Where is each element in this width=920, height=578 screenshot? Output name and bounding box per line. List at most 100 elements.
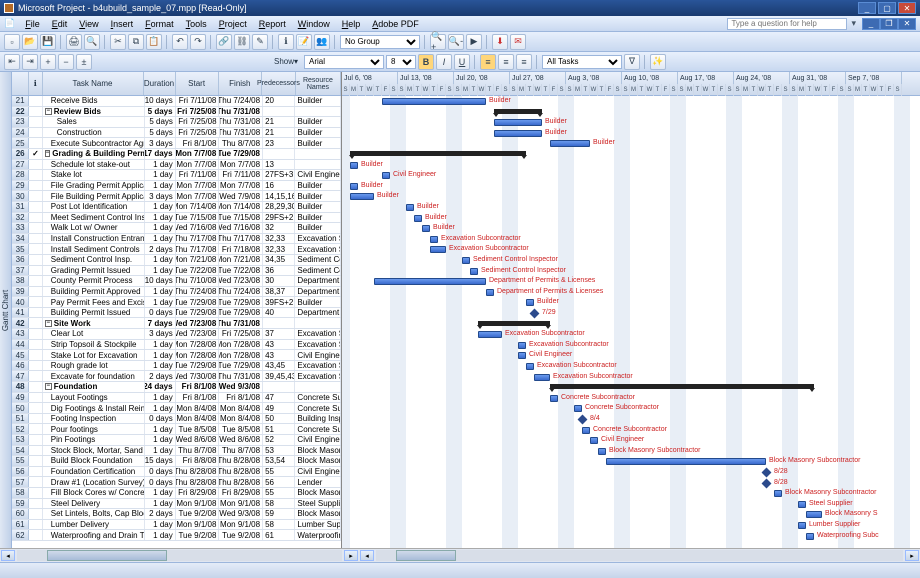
row-number[interactable]: 40 <box>12 297 29 307</box>
predecessors-cell[interactable]: 28,29,30 <box>263 202 295 212</box>
doc-close-button[interactable]: ✕ <box>898 18 916 30</box>
duration-cell[interactable]: 1 day <box>145 223 175 233</box>
predecessors-cell[interactable]: 20 <box>263 96 295 106</box>
header-duration[interactable]: Duration <box>144 72 176 95</box>
row-number[interactable]: 52 <box>12 424 29 434</box>
start-cell[interactable]: Thu 7/24/08 <box>176 287 220 297</box>
table-row[interactable]: 42−Site Work7 daysWed 7/23/08Thu 7/31/08 <box>12 318 341 329</box>
table-row[interactable]: 28Stake lot1 dayFri 7/11/08Fri 7/11/0827… <box>12 170 341 181</box>
week-header[interactable]: Jul 20, '08 <box>454 72 510 84</box>
task-name-cell[interactable]: Install Construction Entrance <box>43 234 146 244</box>
start-cell[interactable]: Mon 7/28/08 <box>176 350 220 360</box>
start-cell[interactable]: Thu 7/17/08 <box>176 234 220 244</box>
task-name-cell[interactable]: Clear Lot <box>43 329 146 339</box>
header-resources[interactable]: Resource Names <box>296 72 341 95</box>
predecessors-cell[interactable]: 43 <box>263 350 295 360</box>
task-bar[interactable] <box>350 183 358 190</box>
scroll-left-button[interactable]: ◂ <box>1 550 15 561</box>
duration-cell[interactable]: 1 day <box>145 213 175 223</box>
predecessors-cell[interactable]: 56 <box>263 477 295 487</box>
task-name-cell[interactable]: Footing Inspection <box>43 414 146 424</box>
row-number[interactable]: 26 <box>12 149 29 159</box>
wizard-button[interactable]: ✨ <box>650 54 666 70</box>
week-header[interactable]: Aug 17, '08 <box>678 72 734 84</box>
table-row[interactable]: 41Building Permit Issued0 daysTue 7/29/0… <box>12 308 341 319</box>
predecessors-cell[interactable] <box>263 318 295 328</box>
start-cell[interactable]: Mon 9/1/08 <box>176 499 220 509</box>
finish-cell[interactable]: Thu 7/31/08 <box>220 128 264 138</box>
task-bar[interactable] <box>382 98 486 105</box>
finish-cell[interactable]: Wed 7/23/08 <box>219 276 263 286</box>
task-name-cell[interactable]: Stock Block, Mortar, Sand <box>43 446 146 456</box>
task-bar[interactable] <box>582 427 590 434</box>
task-name-cell[interactable]: Pay Permit Fees and Excise Taxe <box>43 297 146 307</box>
summary-bar[interactable] <box>478 321 550 326</box>
finish-cell[interactable]: Tue 8/5/08 <box>219 424 263 434</box>
gantt-body[interactable]: BuilderBuilderBuilderBuilderBuilderCivil… <box>342 96 920 548</box>
start-cell[interactable]: Mon 7/7/08 <box>176 160 220 170</box>
start-cell[interactable]: Wed 7/23/08 <box>176 329 220 339</box>
predecessors-cell[interactable]: 61 <box>263 530 295 540</box>
row-number[interactable]: 50 <box>12 403 29 413</box>
row-number[interactable]: 47 <box>12 371 29 381</box>
menu-adobe-pdf[interactable]: Adobe PDF <box>366 19 425 29</box>
finish-cell[interactable]: Wed 9/3/08 <box>219 382 263 392</box>
predecessors-cell[interactable]: 21 <box>263 117 295 127</box>
start-cell[interactable]: Tue 7/29/08 <box>176 361 220 371</box>
table-row[interactable]: 53Pin Footings1 dayWed 8/6/08Wed 8/6/085… <box>12 435 341 446</box>
predecessors-cell[interactable]: 39,45,43,46 <box>263 371 295 381</box>
predecessors-cell[interactable]: 51 <box>263 424 295 434</box>
summary-bar[interactable] <box>550 384 814 389</box>
duration-cell[interactable]: 1 day <box>145 340 175 350</box>
task-bar[interactable] <box>526 363 534 370</box>
finish-cell[interactable]: Thu 8/7/08 <box>219 446 263 456</box>
duration-cell[interactable]: 0 days <box>145 467 175 477</box>
task-bar[interactable] <box>470 268 478 275</box>
row-number[interactable]: 53 <box>12 435 29 445</box>
show-subtasks-button[interactable]: + <box>40 54 56 70</box>
finish-cell[interactable]: Mon 8/4/08 <box>219 414 263 424</box>
duration-cell[interactable]: 0 days <box>145 414 175 424</box>
start-cell[interactable]: Wed 7/16/08 <box>176 223 220 233</box>
start-cell[interactable]: Tue 7/29/08 <box>176 308 220 318</box>
table-row[interactable]: 48−Foundation24 daysFri 8/1/08Wed 9/3/08 <box>12 382 341 393</box>
start-cell[interactable]: Mon 7/7/08 <box>176 191 220 201</box>
resource-cell[interactable]: Excavation S <box>295 244 341 254</box>
resource-cell[interactable]: Waterproofin <box>295 530 341 540</box>
filter-select[interactable]: All Tasks <box>542 55 622 69</box>
start-cell[interactable]: Fri 7/25/08 <box>176 128 220 138</box>
print-button[interactable]: 🖨 <box>66 34 82 50</box>
finish-cell[interactable]: Mon 7/28/08 <box>219 350 263 360</box>
table-row[interactable]: 34Install Construction Entrance1 dayThu … <box>12 234 341 245</box>
start-cell[interactable]: Tue 9/2/08 <box>176 509 220 519</box>
resource-cell[interactable]: Concrete Su <box>295 403 341 413</box>
start-cell[interactable]: Thu 8/7/08 <box>176 446 220 456</box>
finish-cell[interactable]: Mon 8/4/08 <box>219 403 263 413</box>
resource-cell[interactable]: Block Mason <box>295 446 341 456</box>
table-row[interactable]: 21Receive Bids10 daysFri 7/11/08Thu 7/24… <box>12 96 341 107</box>
duration-cell[interactable]: 1 day <box>145 499 175 509</box>
table-row[interactable]: 33Walk Lot w/ Owner1 dayWed 7/16/08Wed 7… <box>12 223 341 234</box>
task-name-cell[interactable]: Build Block Foundation <box>43 456 146 466</box>
task-bar[interactable] <box>422 225 430 232</box>
predecessors-cell[interactable]: 38,37 <box>263 287 295 297</box>
horizontal-scrollbar[interactable]: ◂ ▸ ◂ ▸ <box>0 548 920 562</box>
task-name-cell[interactable]: −Site Work <box>43 318 145 328</box>
task-name-cell[interactable]: Sediment Control Insp. <box>43 255 146 265</box>
predecessors-cell[interactable]: 32 <box>263 223 295 233</box>
resource-cell[interactable]: Civil Enginee <box>295 170 341 180</box>
table-row[interactable]: 35Install Sediment Controls2 daysThu 7/1… <box>12 244 341 255</box>
font-size-select[interactable]: 8 <box>386 55 416 69</box>
start-cell[interactable]: Tue 8/5/08 <box>176 424 220 434</box>
header-indicators[interactable]: ℹ <box>29 72 42 95</box>
week-header[interactable]: Aug 31, '08 <box>790 72 846 84</box>
task-name-cell[interactable]: Install Sediment Controls <box>43 244 146 254</box>
task-name-cell[interactable]: Receive Bids <box>43 96 146 106</box>
zoom-in-button[interactable]: 🔍+ <box>430 34 446 50</box>
row-number[interactable]: 41 <box>12 308 29 318</box>
duration-cell[interactable]: 1 day <box>145 520 175 530</box>
duration-cell[interactable]: 1 day <box>145 234 175 244</box>
task-bar[interactable] <box>574 405 582 412</box>
start-cell[interactable]: Thu 7/10/08 <box>176 276 220 286</box>
resource-cell[interactable]: Builder <box>295 128 341 138</box>
